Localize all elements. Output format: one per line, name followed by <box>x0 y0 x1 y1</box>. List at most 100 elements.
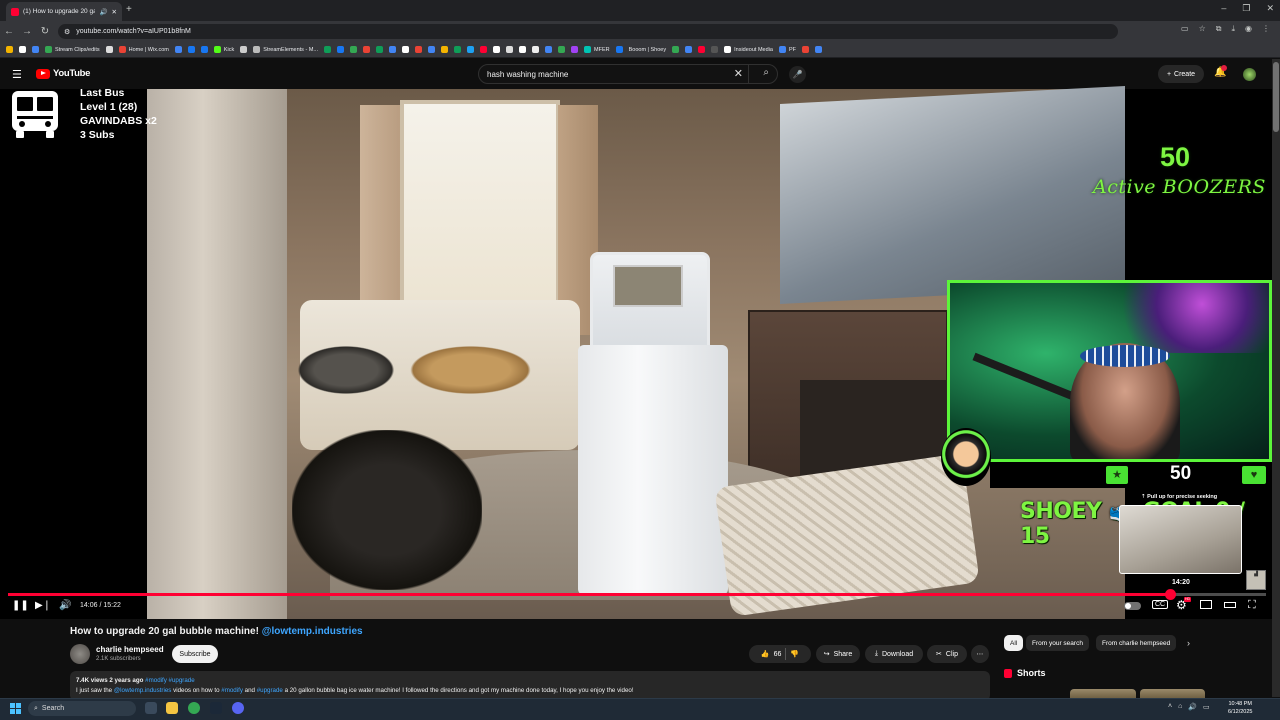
bookmark-item[interactable]: Booom | Shoey <box>629 47 667 53</box>
bookmark-icon[interactable] <box>376 46 383 53</box>
subtitles-button[interactable]: CC <box>1152 600 1169 609</box>
desc-mention-link[interactable]: @lowtemp.industries <box>114 687 172 694</box>
windows-start-icon[interactable] <box>10 703 21 714</box>
dislike-icon[interactable]: 👎 <box>790 650 799 658</box>
theater-mode-button[interactable] <box>1224 602 1236 608</box>
miniplayer-button[interactable] <box>1200 600 1212 609</box>
bookmark-icon[interactable] <box>415 46 422 53</box>
extensions-icon[interactable]: ⧉ <box>1216 24 1222 34</box>
bookmark-icon[interactable] <box>506 46 513 53</box>
chevron-right-icon[interactable]: › <box>1187 638 1190 648</box>
bookmark-icon[interactable] <box>32 46 39 53</box>
file-explorer-icon[interactable] <box>166 702 178 714</box>
tray-chevron-icon[interactable]: ˄ <box>1168 703 1172 711</box>
like-icon[interactable]: 👍 <box>761 650 770 658</box>
bookmark-icon[interactable] <box>240 46 248 53</box>
clip-button[interactable]: ✂ Clip <box>927 645 967 663</box>
bookmark-icon[interactable] <box>337 46 344 53</box>
channel-avatar[interactable] <box>70 644 90 664</box>
chrome-icon[interactable] <box>188 702 200 714</box>
browser-tab[interactable]: (1) How to upgrade 20 gal 🔊 ✕ <box>6 2 122 21</box>
bookmark-star-icon[interactable]: ☆ <box>1199 24 1206 34</box>
notifications-icon[interactable]: 🔔 <box>1214 65 1227 78</box>
bookmark-icon[interactable] <box>6 46 13 53</box>
bookmark-icon[interactable] <box>402 46 409 53</box>
bookmark-icon[interactable] <box>428 46 435 53</box>
speaker-icon[interactable]: 🔊 <box>1188 703 1197 711</box>
chip-from-your-search[interactable]: From your search <box>1026 635 1089 651</box>
brand-watermark[interactable]: ▟ <box>1246 570 1266 590</box>
next-button[interactable]: ▶❘ <box>35 600 51 611</box>
pause-button[interactable]: ❚❚ <box>12 600 29 611</box>
bookmark-item[interactable]: PF <box>778 46 796 53</box>
bookmark-icon[interactable] <box>19 46 26 53</box>
download-button[interactable]: ⤓ Download <box>865 645 923 663</box>
tiktok-icon[interactable] <box>532 46 539 53</box>
bookmark-icon[interactable] <box>571 46 578 53</box>
bookmark-item[interactable]: Kick <box>213 46 234 53</box>
bookmark-icon[interactable] <box>480 46 487 53</box>
search-input[interactable]: hash washing machine ✕ ⌕ <box>478 64 778 84</box>
bookmark-icon[interactable] <box>350 46 357 53</box>
chip-all[interactable]: All <box>1004 635 1024 651</box>
bookmark-icon[interactable] <box>454 46 461 53</box>
battery-icon[interactable]: ▭ <box>1203 703 1210 711</box>
autoplay-toggle[interactable] <box>1124 602 1141 610</box>
bookmark-icon[interactable] <box>441 46 448 53</box>
search-icon[interactable]: ⌕ <box>763 67 769 78</box>
bookmark-icon[interactable] <box>324 46 331 53</box>
reload-icon[interactable]: ↻ <box>36 26 54 37</box>
description-box[interactable]: 7.4K views 2 years ago #modify #upgrade … <box>70 671 990 701</box>
avatar[interactable] <box>1243 68 1256 81</box>
bookmark-icon[interactable] <box>698 46 706 53</box>
tab-audio-icon[interactable]: 🔊 <box>99 8 107 16</box>
downloads-icon[interactable]: ⤓ <box>1231 24 1235 34</box>
volume-icon[interactable]: 🔊 <box>59 600 71 611</box>
profile-icon[interactable]: ◉ <box>1245 24 1252 34</box>
scrollbar-thumb[interactable] <box>1273 62 1279 132</box>
bookmark-icon[interactable] <box>200 46 208 53</box>
bookmark-icon[interactable] <box>174 46 182 53</box>
progress-played[interactable] <box>8 593 1171 596</box>
maximize-icon[interactable]: ❐ <box>1242 3 1250 14</box>
voice-search-icon[interactable]: 🎤 <box>789 66 806 83</box>
bookmark-icon[interactable] <box>672 46 680 53</box>
address-bar[interactable]: ⚙ youtube.com/watch?v=aIUP01b8fnM <box>58 24 1118 39</box>
bookmark-icon[interactable] <box>493 46 500 53</box>
cast-icon[interactable]: ▭ <box>1181 24 1189 34</box>
x-icon[interactable] <box>105 46 113 53</box>
bookmark-item[interactable]: Insideout Media <box>724 46 773 53</box>
bookmark-icon[interactable] <box>711 46 719 53</box>
bookmark-icon[interactable] <box>615 46 623 53</box>
taskbar-search[interactable]: ⌕ Search <box>28 701 136 716</box>
new-tab-button[interactable]: + <box>126 4 132 15</box>
menu-icon[interactable]: ☰ <box>12 68 22 81</box>
settings-gear-icon[interactable]: ⚙ HD <box>1176 597 1191 612</box>
back-icon[interactable]: ← <box>0 26 18 37</box>
steam-icon[interactable] <box>210 702 222 714</box>
facebook-icon[interactable] <box>187 46 195 53</box>
task-view-icon[interactable] <box>145 702 157 714</box>
description-tags[interactable]: #modify #upgrade <box>145 677 195 684</box>
bookmark-item[interactable]: Home | Wix.com <box>118 46 169 53</box>
subscribe-button[interactable]: Subscribe <box>172 645 218 663</box>
bookmark-icon[interactable] <box>389 46 396 53</box>
like-count[interactable]: 66 <box>774 651 782 658</box>
site-info-icon[interactable]: ⚙ <box>64 28 70 36</box>
browser-menu-icon[interactable]: ⋮ <box>1262 24 1270 34</box>
bookmark-icon[interactable] <box>558 46 565 53</box>
bookmark-icon[interactable] <box>685 46 693 53</box>
youtube-logo[interactable]: YouTube <box>36 68 90 79</box>
create-button[interactable]: + Create <box>1158 65 1204 83</box>
bookmark-item[interactable]: Stream Clips/edits <box>45 46 100 53</box>
bookmark-item[interactable]: StreamElements - M... <box>253 46 318 53</box>
bookmark-icon[interactable] <box>814 46 822 53</box>
clear-search-icon[interactable]: ✕ <box>734 67 743 80</box>
close-window-icon[interactable]: ✕ <box>1266 3 1274 14</box>
bookmark-icon[interactable] <box>801 46 809 53</box>
channel-name[interactable]: charlie hempseed <box>96 645 164 654</box>
bookmark-icon[interactable] <box>545 46 552 53</box>
network-icon[interactable]: ⌂ <box>1178 703 1182 711</box>
fullscreen-icon[interactable]: ⛶ <box>1248 599 1256 612</box>
page-scrollbar[interactable] <box>1272 59 1280 697</box>
